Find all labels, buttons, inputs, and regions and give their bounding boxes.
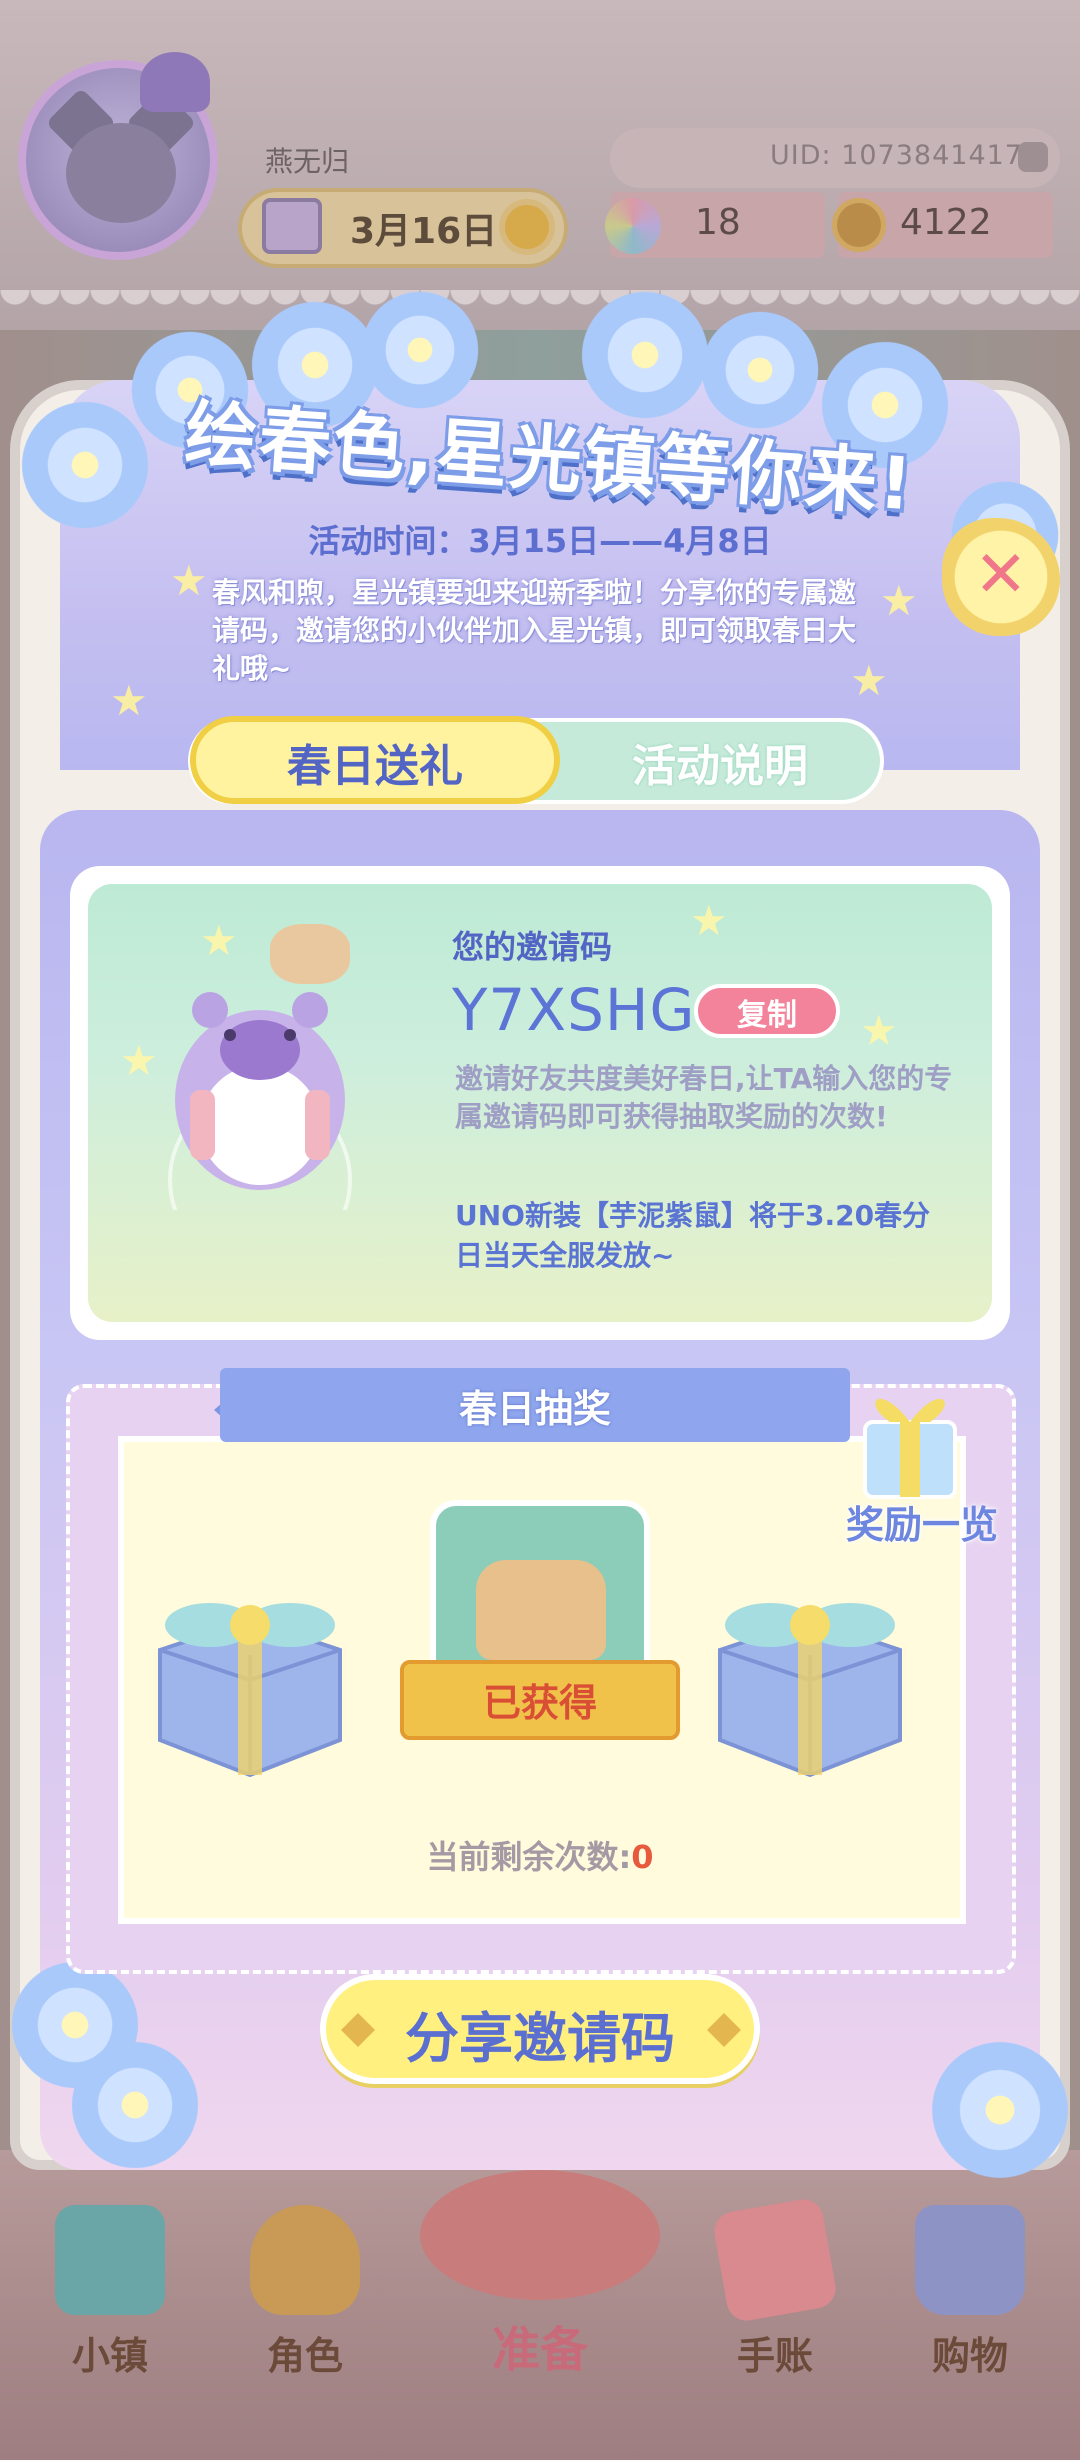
- calendar-icon: [262, 198, 322, 254]
- coin-icon: [832, 198, 886, 252]
- journal-icon[interactable]: [711, 2196, 839, 2324]
- tab-event-info[interactable]: 活动说明: [560, 730, 880, 794]
- uid-text: UID: 1073841417: [770, 140, 1023, 171]
- invite-code: Y7XSHG: [452, 976, 696, 1044]
- nav-shop[interactable]: 购物: [890, 2325, 1050, 2380]
- gift-box-left[interactable]: [140, 1580, 360, 1780]
- rainbow-gem-icon: [605, 198, 661, 254]
- puppy-sticker-icon: [270, 924, 350, 984]
- star-decoration: ★: [880, 576, 918, 625]
- food-basket-icon[interactable]: [420, 2170, 660, 2300]
- nav-journal[interactable]: 手账: [695, 2325, 855, 2380]
- shopping-bag-icon[interactable]: [915, 2205, 1025, 2315]
- remaining-attempts: 当前剩余次数:0: [0, 1832, 1080, 1878]
- gem-count: 18: [695, 202, 741, 243]
- invite-code-title: 您的邀请码: [452, 928, 613, 966]
- date-text: 3月16日: [350, 211, 498, 252]
- character-icon[interactable]: [250, 2205, 360, 2315]
- event-time: 活动时间：3月15日——4月8日: [308, 522, 772, 560]
- copy-uid-icon[interactable]: [1018, 142, 1048, 172]
- gift-box-right[interactable]: [700, 1580, 920, 1780]
- mushroom-icon: [140, 52, 210, 112]
- coin-count: 4122: [900, 202, 992, 243]
- reward-list-button[interactable]: 奖励一览: [846, 1494, 998, 1549]
- sun-weather-icon: [505, 205, 549, 249]
- star-decoration: ★: [110, 676, 148, 725]
- map-icon[interactable]: [55, 2205, 165, 2315]
- nav-character[interactable]: 角色: [225, 2325, 385, 2380]
- star-decoration: ★: [860, 1006, 898, 1055]
- flower-decoration: [70, 2040, 200, 2170]
- event-description: 春风和煦，星光镇要迎来迎新季啦！分享你的专属邀请码，邀请您的小伙伴加入星光镇，即…: [212, 576, 857, 685]
- taro-hamster-character: [168, 992, 352, 1210]
- share-invite-label[interactable]: 分享邀请码: [320, 1994, 760, 2073]
- invite-description: 邀请好友共度美好春日,让TA输入您的专属邀请码即可获得抽取奖励的次数!: [455, 1062, 953, 1133]
- flower-decoration: [930, 2040, 1070, 2180]
- nav-prepare[interactable]: 准备: [460, 2310, 620, 2380]
- scallop-divider: [0, 290, 1080, 320]
- cat-avatar-icon: [66, 123, 176, 223]
- flower-decoration: [580, 290, 710, 420]
- reward-list-gift-icon[interactable]: [850, 1372, 970, 1502]
- close-icon: ✕: [974, 538, 1028, 612]
- tab-spring-gift-label[interactable]: 春日送礼: [190, 730, 560, 794]
- copy-button-label[interactable]: 复制: [694, 990, 840, 1034]
- lottery-title: 春日抽奖: [458, 1387, 611, 1431]
- star-decoration: ★: [690, 896, 728, 945]
- star-decoration: ★: [170, 556, 208, 605]
- remaining-attempts-label: 当前剩余次数:: [426, 1838, 632, 1876]
- remaining-attempts-value: 0: [631, 1838, 654, 1876]
- food-bundle-icon: [476, 1560, 606, 1660]
- invite-note: UNO新装【芋泥紫鼠】将于3.20春分日当天全服发放~: [455, 1199, 931, 1272]
- nav-town[interactable]: 小镇: [30, 2325, 190, 2380]
- player-name: 燕无归: [265, 145, 350, 178]
- obtained-label: 已获得: [482, 1681, 597, 1725]
